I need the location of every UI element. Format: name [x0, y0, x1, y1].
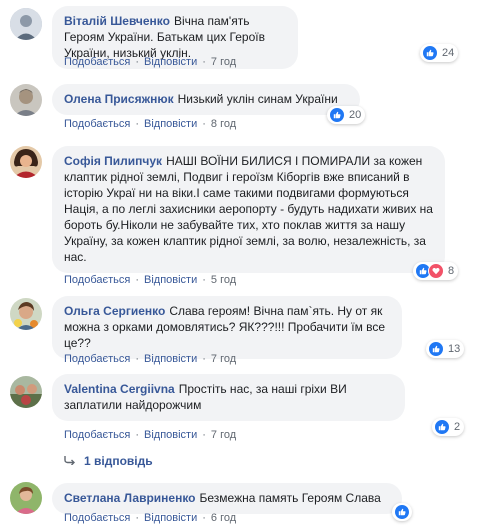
avatar[interactable] [10, 482, 42, 514]
reply-arrow-icon [64, 454, 76, 468]
reaction-summary[interactable]: 2 [432, 418, 465, 436]
replies-count-label: 1 відповідь [84, 454, 153, 468]
love-icon [428, 263, 444, 279]
user-avatar-icon [10, 376, 42, 408]
like-icon [329, 107, 345, 123]
like-link[interactable]: Подобається [64, 429, 130, 441]
comment-bubble: Ольга Сергиенко Слава героям! Вічна пам`я… [52, 296, 402, 359]
avatar[interactable] [10, 84, 42, 116]
like-link[interactable]: Подобається [64, 56, 130, 68]
reply-link[interactable]: Відповісти [144, 118, 197, 130]
comment-time[interactable]: 7 год [211, 353, 236, 365]
comment-text: НАШІ ВОЇНИ БИЛИСЯ І ПОМИРАЛИ за кожен кл… [64, 154, 433, 264]
view-replies-link[interactable]: 1 відповідь [64, 454, 153, 468]
comment-actions: Подобається · Відповісти · 5 год [64, 274, 237, 286]
comment-bubble: Valentina Cergiivna Простіть нас, за наші… [52, 374, 405, 421]
like-icon [434, 419, 450, 435]
user-avatar-icon [10, 146, 42, 178]
comment-time[interactable]: 7 год [211, 429, 236, 441]
reply-link[interactable]: Відповісти [144, 56, 197, 68]
comment-author[interactable]: Олена Присяжнюк [64, 92, 174, 106]
comment-actions: Подобається · Відповісти · 7 год [64, 353, 237, 365]
comment-author[interactable]: Софія Пилипчук [64, 154, 162, 168]
comment-actions: Подобається · Відповісти · 7 год [64, 429, 237, 441]
comment-text: Безмежна память Героям Слава [199, 491, 381, 505]
comment-author[interactable]: Ольга Сергиенко [64, 304, 165, 318]
comment-time[interactable]: 8 год [211, 118, 236, 130]
comment-time[interactable]: 5 год [211, 274, 236, 286]
reaction-summary[interactable]: 8 [413, 262, 459, 280]
comment-author[interactable]: Светлана Лавриненко [64, 491, 196, 505]
avatar[interactable] [10, 376, 42, 408]
reaction-count: 8 [448, 265, 455, 277]
comment-bubble: Олена Присяжнюк Низький уклін синам Украї… [52, 84, 360, 115]
comment-author[interactable]: Віталій Шевченко [64, 14, 170, 28]
avatar[interactable] [10, 146, 42, 178]
like-link[interactable]: Подобається [64, 353, 130, 365]
comment-bubble: Светлана Лавриненко Безмежна память Героя… [52, 483, 402, 514]
reaction-summary[interactable]: 24 [420, 44, 459, 62]
reaction-summary[interactable]: 20 [327, 106, 366, 124]
user-avatar-icon [10, 298, 42, 330]
comment-text: Низький уклін синам України [177, 92, 338, 106]
comment-bubble: Софія Пилипчук НАШІ ВОЇНИ БИЛИСЯ І ПОМИРА… [52, 146, 445, 273]
reply-link[interactable]: Відповісти [144, 512, 197, 524]
avatar[interactable] [10, 298, 42, 330]
avatar[interactable] [10, 8, 42, 40]
reply-link[interactable]: Відповісти [144, 429, 197, 441]
like-icon [394, 504, 410, 520]
like-icon [428, 341, 444, 357]
reaction-count: 24 [442, 47, 455, 59]
user-avatar-icon [10, 8, 42, 40]
comment-actions: Подобається · Відповісти · 7 год [64, 56, 237, 68]
comment-actions: Подобається · Відповісти · 8 год [64, 118, 237, 130]
reaction-count: 2 [454, 421, 461, 433]
user-avatar-icon [10, 482, 42, 514]
comment-time[interactable]: 7 год [211, 56, 236, 68]
like-icon [422, 45, 438, 61]
reaction-count: 20 [349, 109, 362, 121]
comment-actions: Подобається · Відповісти · 6 год [64, 512, 237, 524]
like-link[interactable]: Подобається [64, 274, 130, 286]
comment-time[interactable]: 6 год [211, 512, 236, 524]
reply-link[interactable]: Відповісти [144, 353, 197, 365]
reaction-summary[interactable]: 13 [426, 340, 465, 358]
like-link[interactable]: Подобається [64, 118, 130, 130]
reaction-summary[interactable] [392, 503, 412, 521]
user-avatar-icon [10, 84, 42, 116]
comment-author[interactable]: Valentina Cergiivna [64, 382, 175, 396]
reaction-count: 13 [448, 343, 461, 355]
reply-link[interactable]: Відповісти [144, 274, 197, 286]
like-link[interactable]: Подобається [64, 512, 130, 524]
